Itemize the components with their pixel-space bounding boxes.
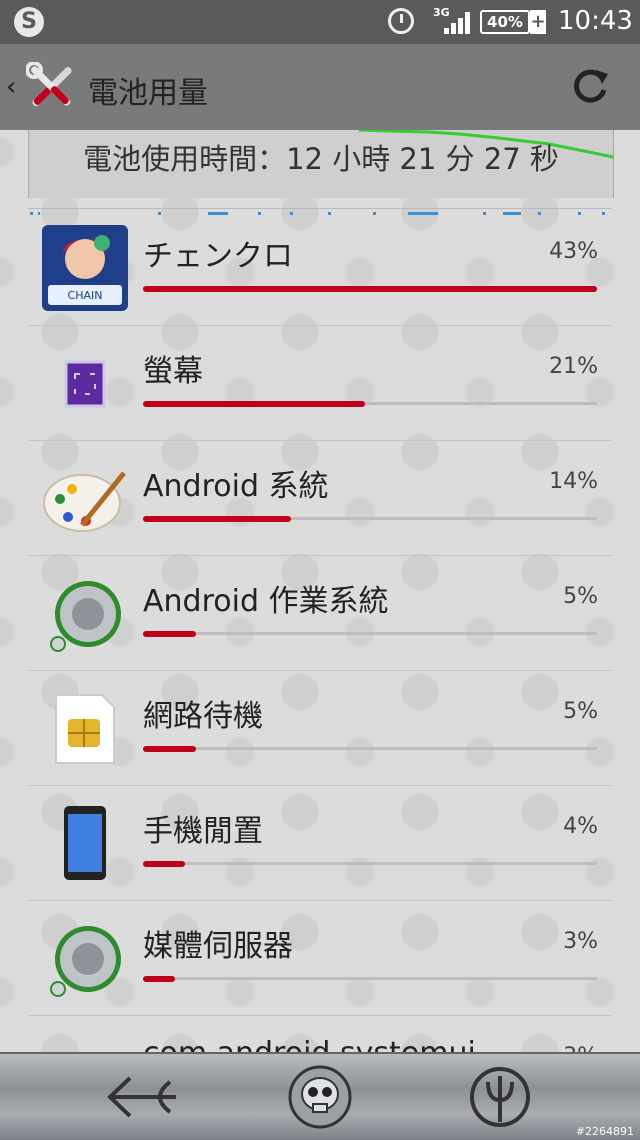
graph-activity-indicators	[28, 202, 612, 215]
android-os-icon	[50, 581, 121, 652]
back-trident-icon[interactable]	[100, 1064, 180, 1130]
divider	[28, 785, 612, 786]
usage-bar-track	[143, 401, 597, 407]
item-name: 螢幕	[143, 354, 203, 389]
item-percent: 14%	[549, 469, 598, 494]
battery-usage-list: CHAIN チェンクロ 43% 螢幕 21% Android 系統 14% An…	[0, 213, 640, 1133]
list-item[interactable]: Android 系統 14%	[0, 443, 640, 558]
navigation-bar: #2264891	[0, 1052, 640, 1140]
usage-bar-fill	[143, 631, 196, 637]
list-item[interactable]: CHAIN チェンクロ 43%	[0, 213, 640, 328]
usage-bar-track	[143, 861, 597, 867]
usage-bar-track	[143, 746, 597, 752]
list-item[interactable]: 手機閒置 4%	[0, 788, 640, 903]
battery-level: 40%	[480, 10, 530, 34]
battery-history-graph[interactable]: 電池使用時間：12 小時 21 分 27 秒	[28, 130, 614, 198]
divider	[28, 900, 612, 901]
item-percent: 43%	[549, 239, 598, 264]
chain-chronicle-icon: CHAIN	[42, 225, 128, 311]
media-server-icon	[50, 926, 121, 997]
usage-bar-fill	[143, 401, 365, 407]
divider	[28, 440, 612, 441]
signal-strength-icon	[444, 12, 470, 34]
item-percent: 4%	[563, 814, 598, 839]
divider	[28, 1015, 612, 1016]
recent-apps-trident-icon[interactable]	[460, 1064, 540, 1130]
settings-tools-icon[interactable]	[26, 62, 76, 112]
list-item[interactable]: Android 作業系統 5%	[0, 558, 640, 673]
usage-bar-track	[143, 976, 597, 982]
usage-bar-fill	[143, 286, 597, 292]
app-notification-icon: S	[14, 7, 44, 37]
item-name: 手機閒置	[143, 814, 263, 849]
divider	[28, 670, 612, 671]
svg-text:CHAIN: CHAIN	[68, 289, 103, 302]
list-item[interactable]: 媒體伺服器 3%	[0, 903, 640, 1018]
usage-bar-fill	[143, 861, 186, 867]
item-percent: 21%	[549, 354, 598, 379]
item-percent: 5%	[563, 699, 598, 724]
item-percent: 3%	[563, 929, 598, 954]
list-item[interactable]: 螢幕 21%	[0, 328, 640, 443]
status-bar: S 3G 40% + 10:43	[0, 0, 640, 44]
item-percent: 5%	[563, 584, 598, 609]
sim-card-icon	[55, 694, 115, 764]
item-name: Android 作業系統	[143, 584, 389, 619]
item-name: Android 系統	[143, 469, 329, 504]
usage-bar-track	[143, 516, 597, 522]
list-item[interactable]: 網路待機 5%	[0, 673, 640, 788]
divider	[28, 325, 612, 326]
usage-bar-track	[143, 631, 597, 637]
alarm-clock-icon	[388, 8, 414, 34]
action-bar: ‹ 電池用量	[0, 44, 640, 130]
usage-bar-fill	[143, 516, 291, 522]
page-title: 電池用量	[88, 76, 208, 111]
home-skull-icon[interactable]	[280, 1064, 360, 1130]
divider	[28, 555, 612, 556]
palette-icon	[43, 471, 126, 532]
image-watermark: #2264891	[575, 1125, 634, 1138]
screen-icon	[64, 360, 106, 408]
usage-bar-fill	[143, 746, 196, 752]
clock: 10:43	[558, 6, 633, 36]
phone-idle-icon	[64, 806, 106, 880]
refresh-icon[interactable]	[570, 66, 610, 106]
charging-icon: +	[530, 10, 546, 34]
item-name: チェンクロ	[143, 239, 293, 274]
item-name: 網路待機	[143, 699, 263, 734]
battery-usage-time: 電池使用時間：12 小時 21 分 27 秒	[83, 142, 559, 176]
usage-bar-fill	[143, 976, 175, 982]
usage-bar-track	[143, 286, 597, 292]
back-icon[interactable]: ‹	[6, 72, 16, 102]
item-name: 媒體伺服器	[143, 929, 293, 964]
